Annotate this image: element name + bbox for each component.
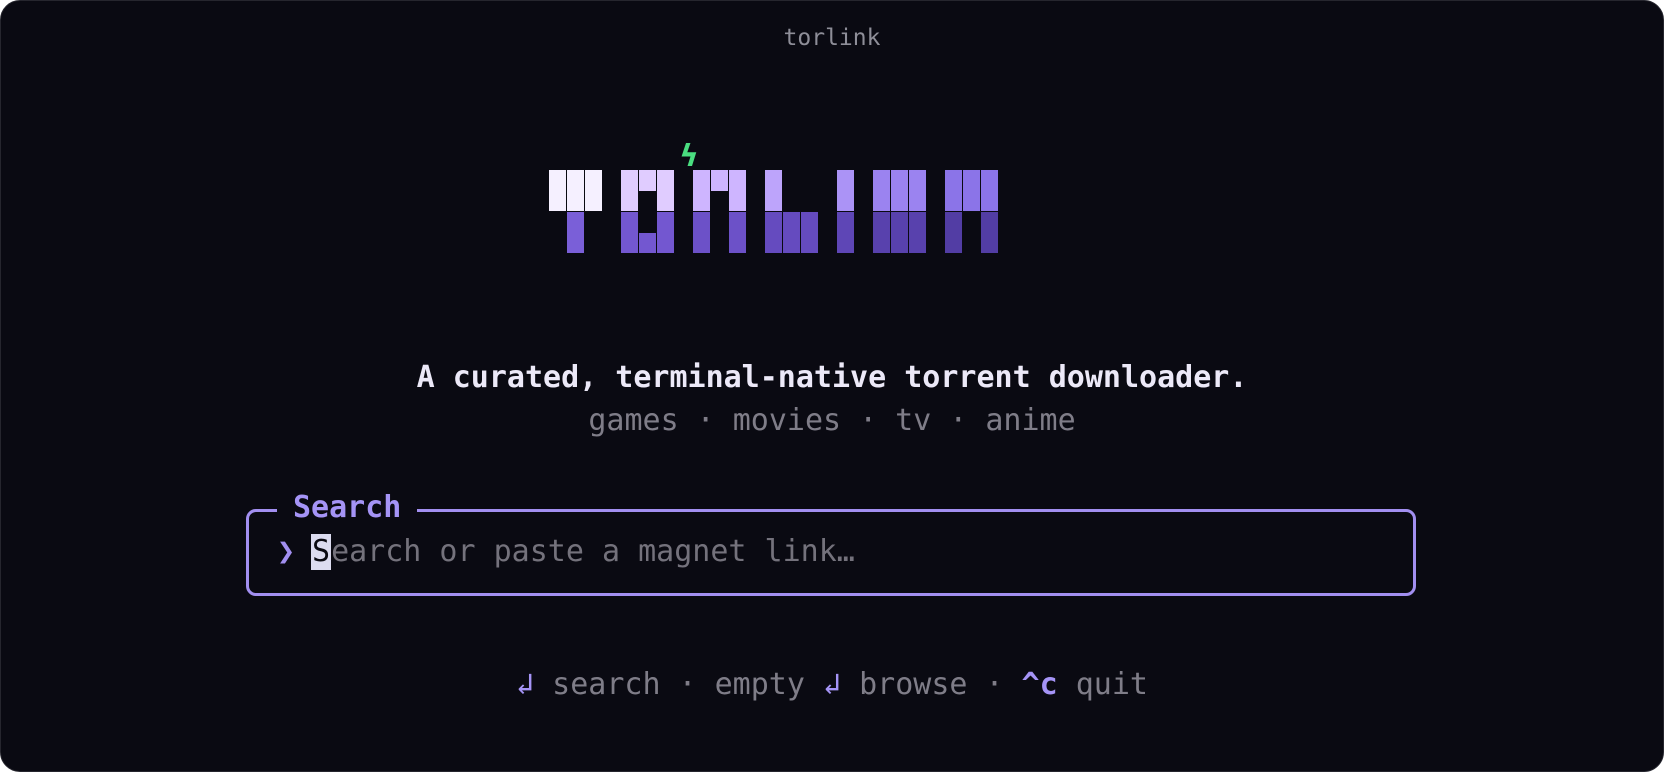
category-tv: tv [895,403,932,438]
logo-block-n [873,212,890,253]
logo-block-n [891,170,908,211]
search-placeholder: earch or paste a magnet link… [331,534,855,569]
logo-block-r [693,170,710,211]
search-box[interactable]: Search ❯ Search or paste a magnet link… [246,490,1416,596]
category-movies: movies [732,403,842,438]
terminal-window: torlink ϟ A curated, terminal-native tor… [0,0,1664,772]
logo-block-i [837,170,854,211]
category-anime: anime [985,403,1076,438]
logo-block-o [621,212,638,253]
logo-block-t [567,170,584,211]
bolt-icon: ϟ [679,139,699,174]
logo-block-k [981,212,998,253]
hint-quit-label: quit [1075,667,1148,702]
enter-key-icon: ↲ [516,667,535,702]
prompt-chevron-icon: ❯ [277,534,296,569]
text-cursor: S [311,534,332,570]
logo-block-t [585,170,602,211]
logo-block-k [945,212,962,253]
logo-block-n [909,212,926,253]
hint-search-label: search [552,667,661,702]
category-separator: · [859,403,878,438]
enter-key-icon: ↲ [822,667,842,702]
search-input[interactable]: ❯ Search or paste a magnet link… [277,534,855,570]
logo-block-o [657,212,674,253]
logo-block-t [567,212,584,253]
tagline: A curated, terminal-native torrent downl… [416,360,1248,395]
logo-block-l [801,212,818,253]
search-box-title: Search [277,490,418,526]
logo-pixel-grid [549,170,998,253]
logo-block-n [909,170,926,211]
category-games: games [588,403,679,438]
hint-separator: · [678,667,697,702]
logo-block-r [729,212,746,253]
logo-block-k [981,170,998,211]
categories-line: games · movies · tv · anime [1,403,1663,439]
keyboard-hints: ↲ search · empty ↲ browse · ^c quit [1,667,1663,703]
logo-block-o [657,170,674,211]
ctrl-c-key: ^c [1021,667,1058,702]
logo-block-l [765,170,782,211]
category-separator: · [696,403,715,438]
hint-separator: · [985,667,1004,702]
torlink-logo: ϟ [549,139,998,253]
logo-block-t [549,170,566,211]
category-separator: · [949,403,968,438]
logo-block-l [783,212,800,253]
logo-block-k [945,170,962,211]
logo-block-r [693,212,710,253]
hint-empty-prefix: empty [714,667,805,702]
logo-cutout [639,191,656,233]
logo-block-r [729,170,746,211]
logo-block-n [873,170,890,211]
logo-block-o [621,170,638,211]
logo-block-k [963,170,980,211]
logo-block-l [765,212,782,253]
logo-block-i [837,212,854,253]
hint-browse-label: browse [859,667,968,702]
logo-cutout [711,191,728,212]
logo-block-n [891,212,908,253]
